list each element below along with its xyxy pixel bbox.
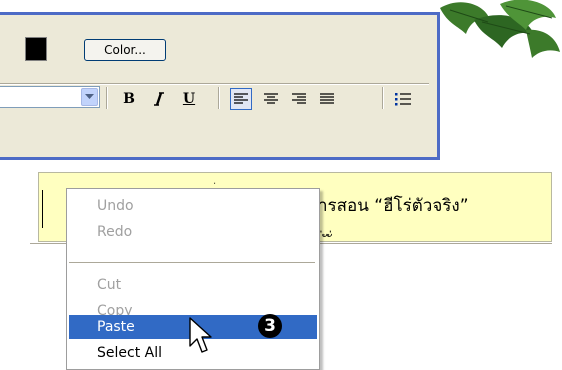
align-center-icon <box>264 93 278 104</box>
step-number-badge: 3 <box>258 314 282 338</box>
editor-text-line-partial: ุ ่ ั ั่ <box>318 233 333 242</box>
menu-item-undo[interactable]: Undo <box>69 194 317 218</box>
leaves-decoration <box>440 0 560 58</box>
menu-item-redo[interactable]: Redo <box>69 220 317 244</box>
align-left-icon <box>234 93 248 104</box>
italic-icon <box>154 92 164 106</box>
justify-button[interactable] <box>316 88 338 110</box>
menu-item-cut[interactable]: Cut <box>69 273 317 297</box>
toolbar-separator <box>382 87 384 109</box>
color-button[interactable]: Color... <box>84 39 166 61</box>
editor-text-line: ารสอน “ฮีโร่ตัวจริง” <box>318 196 469 216</box>
toolbar-separator <box>218 87 220 109</box>
align-center-button[interactable] <box>260 88 282 110</box>
italic-button[interactable] <box>148 88 170 110</box>
align-right-button[interactable] <box>288 88 310 110</box>
align-right-icon <box>292 93 306 104</box>
mouse-pointer-icon <box>189 317 212 353</box>
toolbar-separator <box>106 87 108 109</box>
justify-icon <box>320 93 334 104</box>
underline-button[interactable]: U <box>178 88 200 110</box>
chevron-down-icon[interactable] <box>81 88 98 106</box>
text-caret <box>42 190 43 228</box>
bullet-list-icon <box>395 93 411 106</box>
font-select[interactable] <box>0 86 100 108</box>
color-swatch[interactable] <box>25 37 47 61</box>
align-left-button[interactable] <box>230 88 252 110</box>
menu-separator <box>69 262 315 263</box>
bullet-list-button[interactable] <box>392 88 414 110</box>
toolbar-divider <box>0 83 429 85</box>
bold-button[interactable]: B <box>118 88 140 110</box>
